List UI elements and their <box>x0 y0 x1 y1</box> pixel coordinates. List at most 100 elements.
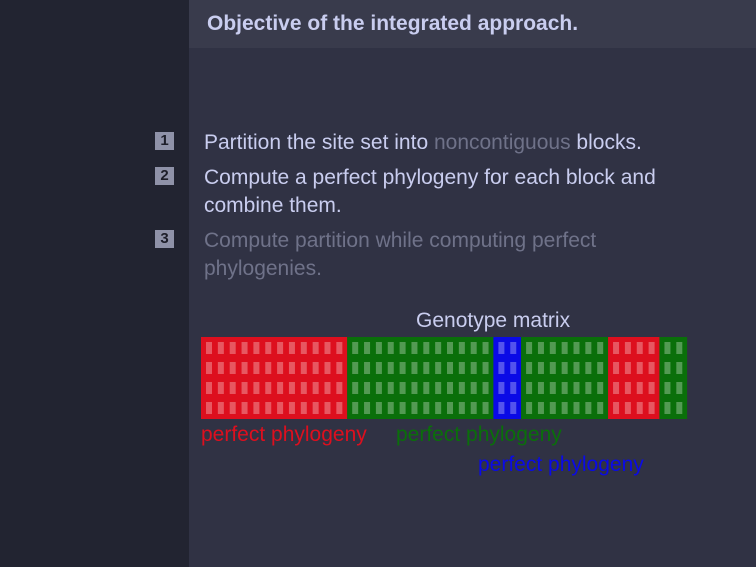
matrix-cell <box>411 402 418 414</box>
matrix-cell <box>324 402 331 414</box>
matrix-cell <box>265 342 272 354</box>
matrix-cell <box>664 362 671 374</box>
matrix-cell <box>324 342 331 354</box>
matrix-cell <box>624 402 631 414</box>
matrix-cell <box>206 402 212 414</box>
matrix-cell <box>561 342 568 354</box>
matrix-cell <box>624 382 631 394</box>
matrix-cell <box>648 342 655 354</box>
matrix-cell <box>288 382 295 394</box>
matrix-cell <box>526 362 533 374</box>
matrix-cell <box>549 342 556 354</box>
matrix-cell <box>435 402 442 414</box>
matrix-cell <box>411 342 418 354</box>
matrix-cell <box>399 402 406 414</box>
matrix-cell <box>352 382 359 394</box>
matrix-cell <box>375 362 382 374</box>
matrix-cell <box>561 382 568 394</box>
matrix-cell <box>597 342 604 354</box>
matrix-cell <box>561 362 568 374</box>
matrix-cell <box>399 342 406 354</box>
matrix-cell <box>648 382 655 394</box>
matrix-cell <box>387 342 394 354</box>
matrix-cell <box>336 342 343 354</box>
matrix-cell <box>352 362 359 374</box>
matrix-cell <box>537 342 544 354</box>
matrix-cell <box>561 402 568 414</box>
matrix-cell <box>399 382 406 394</box>
matrix-cell <box>498 382 505 394</box>
matrix-cell <box>423 382 430 394</box>
matrix-cell <box>435 362 442 374</box>
matrix-cell <box>375 402 382 414</box>
matrix-cell <box>613 402 620 414</box>
block-label: perfect phylogeny <box>396 423 562 446</box>
matrix-cell <box>288 362 295 374</box>
matrix-cell <box>206 362 212 374</box>
matrix-cell <box>324 362 331 374</box>
matrix-cell <box>241 362 248 374</box>
matrix-cell <box>387 402 394 414</box>
matrix-cell <box>458 362 465 374</box>
matrix-cell <box>648 402 655 414</box>
matrix-cell <box>253 402 260 414</box>
matrix-cell <box>229 402 236 414</box>
matrix-cell <box>482 402 489 414</box>
matrix-cell <box>277 382 284 394</box>
matrix-cell <box>482 382 489 394</box>
matrix-cell <box>458 382 465 394</box>
matrix-cell <box>447 402 453 414</box>
matrix-cell <box>470 382 477 394</box>
matrix-cell <box>676 362 683 374</box>
matrix-cell <box>217 362 224 374</box>
matrix-cell <box>352 342 359 354</box>
matrix-cell <box>435 382 442 394</box>
matrix-cell <box>613 382 620 394</box>
matrix-cell <box>423 362 430 374</box>
matrix-cell <box>312 382 319 394</box>
matrix-cell <box>300 402 307 414</box>
matrix-cell <box>253 342 260 354</box>
matrix-cell <box>206 382 212 394</box>
matrix-cell <box>265 362 272 374</box>
matrix-cell <box>597 362 604 374</box>
matrix-cell <box>312 402 319 414</box>
matrix-cell <box>288 402 295 414</box>
matrix-cell <box>537 382 544 394</box>
matrix-cell <box>241 402 248 414</box>
matrix-cell <box>549 382 556 394</box>
matrix-cell <box>447 342 453 354</box>
matrix-cell <box>411 362 418 374</box>
matrix-cell <box>597 402 604 414</box>
matrix-cell <box>537 362 544 374</box>
matrix-cell <box>387 362 394 374</box>
matrix-cell <box>470 342 477 354</box>
matrix-cell <box>549 362 556 374</box>
matrix-cell <box>676 342 683 354</box>
matrix-cell <box>288 342 295 354</box>
matrix-cell <box>324 382 331 394</box>
block-label: perfect phylogeny <box>201 423 367 446</box>
matrix-cell <box>585 382 592 394</box>
matrix-cell <box>676 402 683 414</box>
matrix-cell <box>510 362 517 374</box>
matrix-cell <box>364 362 371 374</box>
matrix-cell <box>300 362 307 374</box>
matrix-cell <box>458 402 465 414</box>
matrix-cell <box>435 342 442 354</box>
matrix-cell <box>648 362 655 374</box>
matrix-cell <box>470 402 477 414</box>
matrix-cell <box>229 382 236 394</box>
matrix-cell <box>364 402 371 414</box>
matrix-cell <box>265 402 272 414</box>
matrix-cell <box>664 382 671 394</box>
matrix-cell <box>312 362 319 374</box>
matrix-cell <box>624 362 631 374</box>
matrix-cell <box>411 382 418 394</box>
matrix-cell <box>636 342 643 354</box>
matrix-cell <box>498 342 505 354</box>
matrix-cell <box>526 402 533 414</box>
matrix-cell <box>336 402 343 414</box>
matrix-cell <box>573 402 580 414</box>
matrix-cell <box>241 382 248 394</box>
